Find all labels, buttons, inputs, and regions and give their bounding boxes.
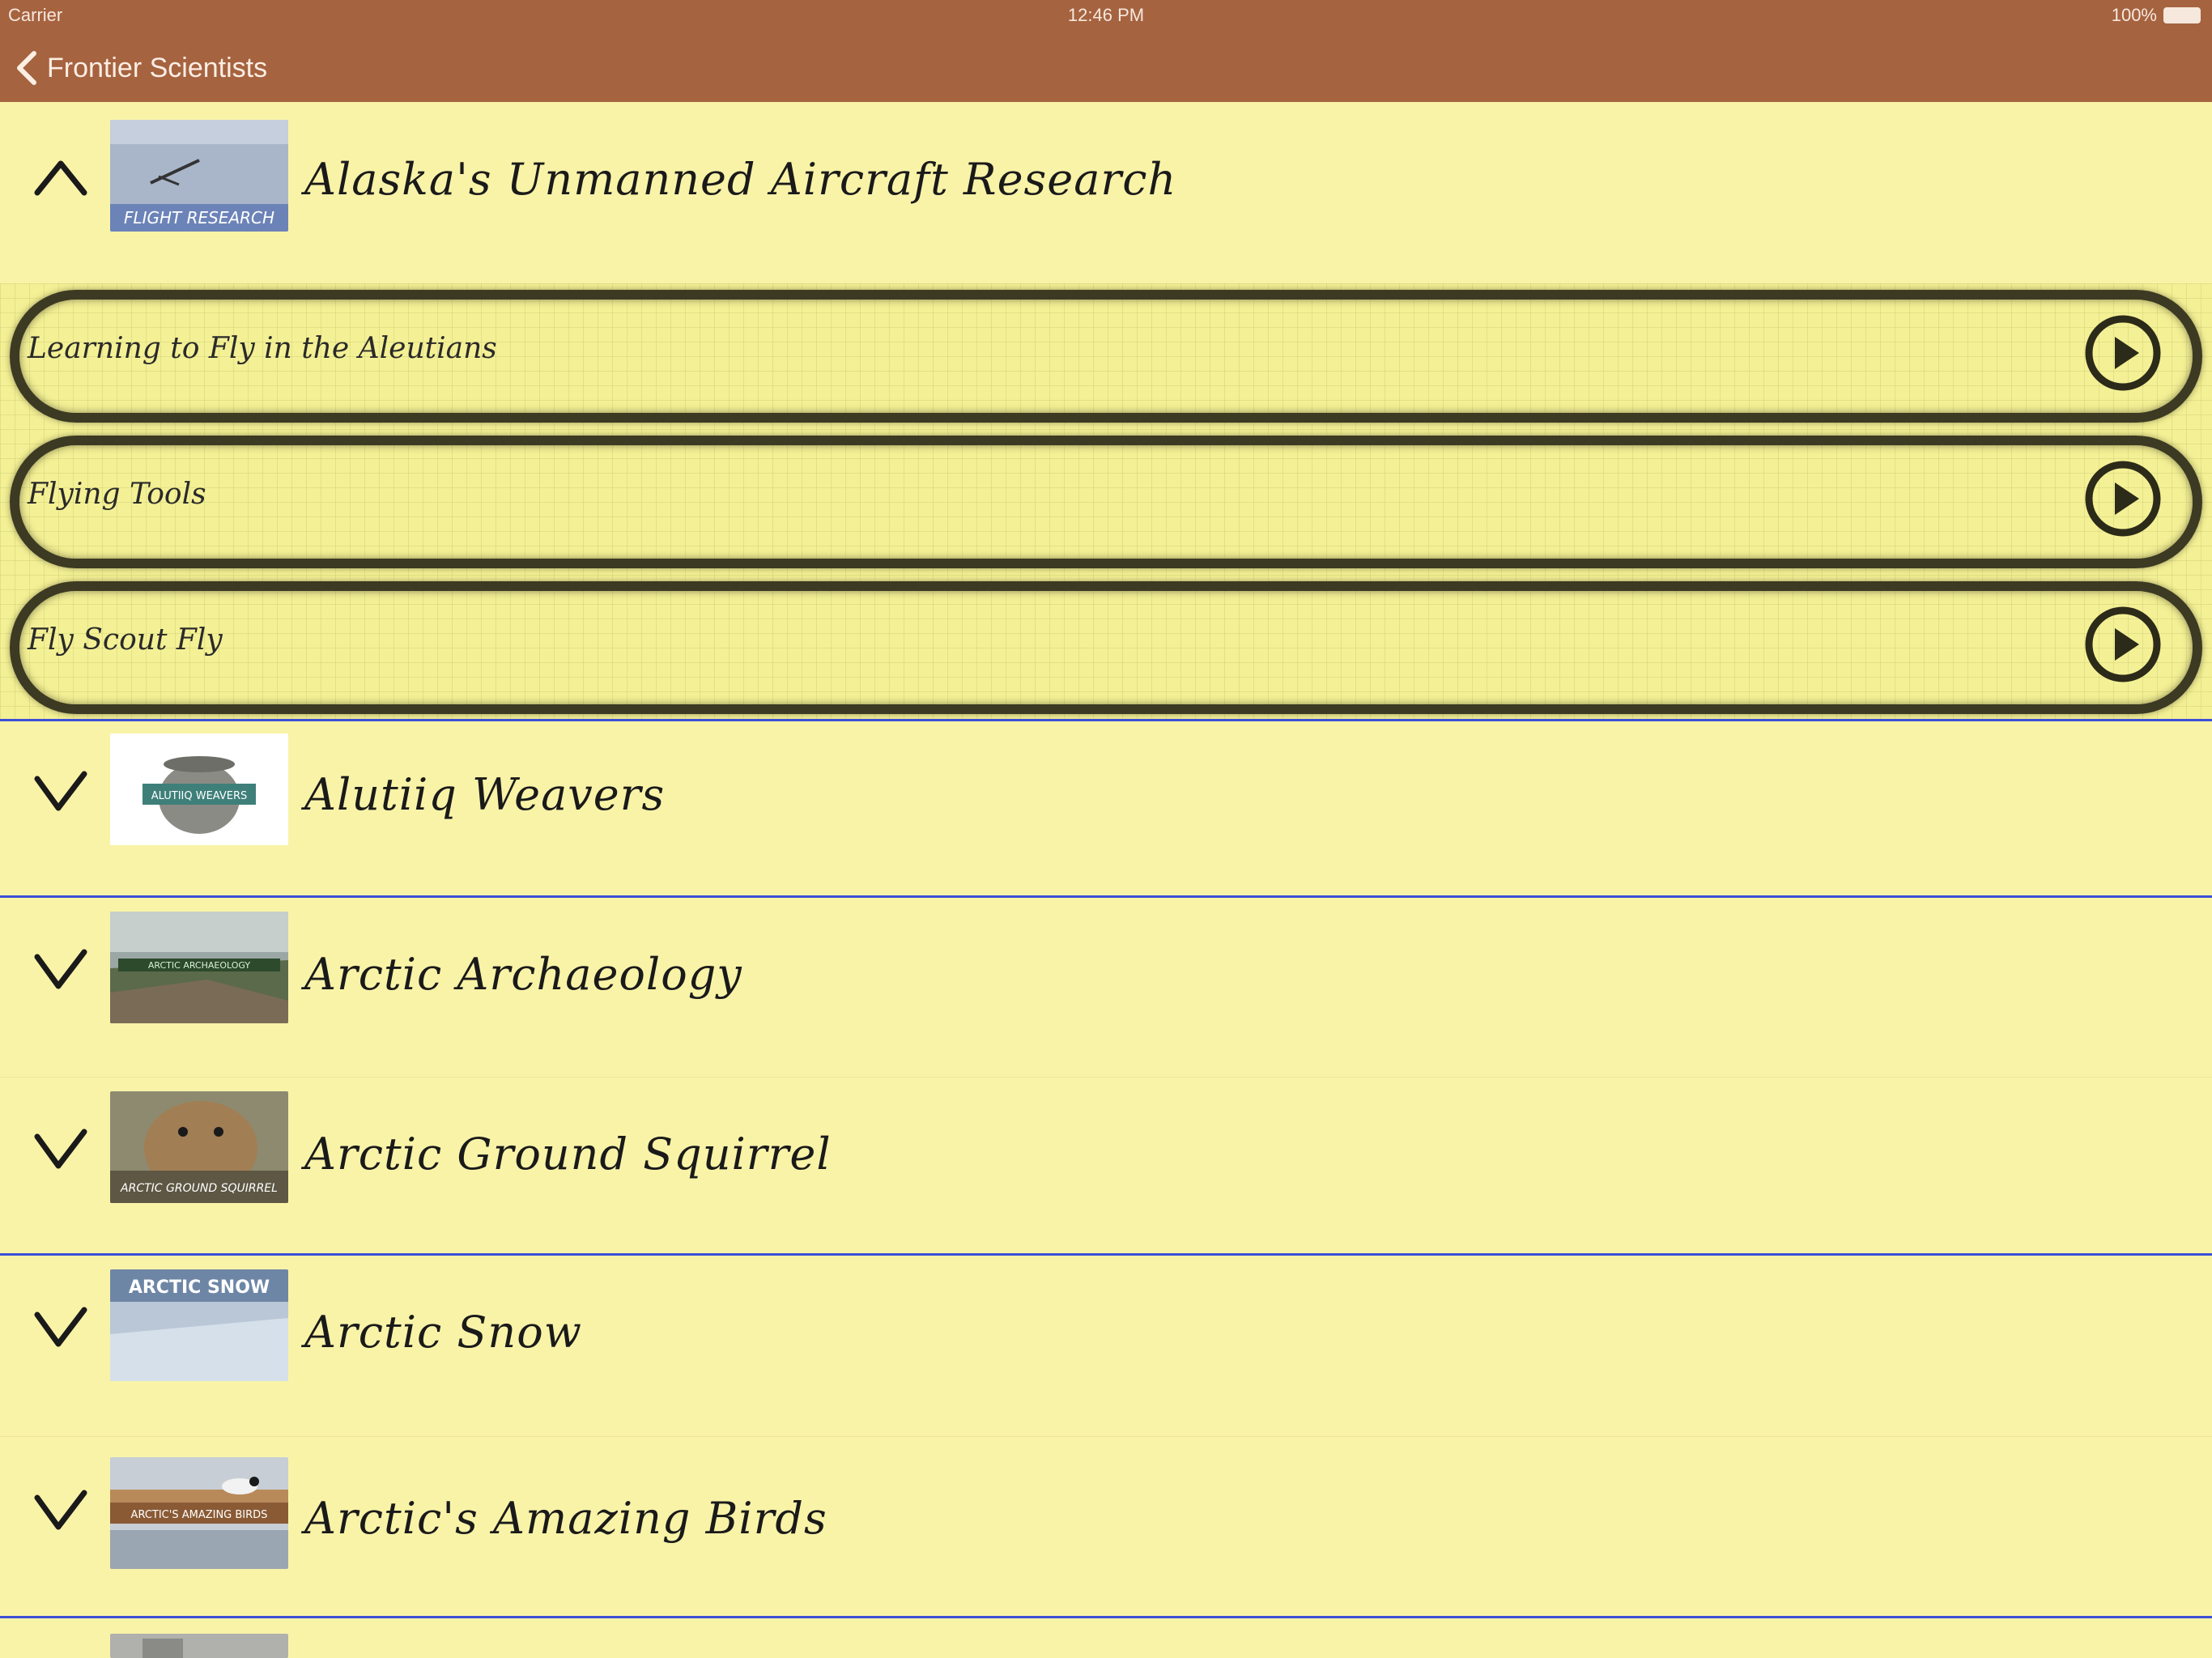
section-row-arctic-ground-squirrel[interactable]: ARCTIC GROUND SQUIRREL Arctic Ground Squ…: [0, 1078, 2212, 1256]
episode-list: Learning to Fly in the Aleutians Flying …: [0, 283, 2212, 721]
status-bar: Carrier 12:46 PM 100%: [0, 0, 2212, 32]
clock: 12:46 PM: [1067, 5, 1145, 25]
back-button-label: Frontier Scientists: [47, 52, 268, 83]
thumbnail-unmanned-aircraft: FLIGHT RESEARCH: [110, 120, 288, 232]
divider: [0, 1253, 2212, 1256]
section-title: Arctic Snow: [304, 1307, 582, 1358]
section-title: Alaska's Unmanned Aircraft Research: [304, 154, 1177, 205]
section-row-arctic-amazing-birds[interactable]: ARCTIC'S AMAZING BIRDS Arctic's Amazing …: [0, 1438, 2212, 1616]
divider: [0, 895, 2212, 898]
episode-row[interactable]: Fly Scout Fly: [0, 575, 2212, 721]
series-list[interactable]: FLIGHT RESEARCH Alaska's Unmanned Aircra…: [0, 102, 2212, 1658]
episode-frame: [10, 581, 2202, 714]
thumbnail-arctic-ground-squirrel: ARCTIC GROUND SQUIRREL: [110, 1091, 288, 1203]
section-row-alutiiq-weavers[interactable]: ALUTIIQ WEAVERS Alutiiq Weavers: [0, 722, 2212, 900]
thumb-text: ALUTIIQ WEAVERS: [151, 790, 248, 802]
thumbnail-alutiiq-weavers: ALUTIIQ WEAVERS: [110, 733, 288, 845]
divider: [0, 1616, 2212, 1618]
section-row-arctic-archaeology[interactable]: ARCTIC ARCHAEOLOGY Arctic Archaeology: [0, 899, 2212, 1077]
episode-frame: [10, 436, 2202, 568]
section-title: Arctic's Amazing Birds: [304, 1493, 827, 1544]
back-button[interactable]: Frontier Scientists: [15, 44, 267, 92]
play-icon[interactable]: [2082, 604, 2163, 685]
thumbnail-next-partial: [110, 1634, 288, 1658]
chevron-down-icon[interactable]: [32, 1486, 89, 1535]
battery-percent: 100%: [2111, 5, 2157, 25]
section-row-unmanned-aircraft[interactable]: FLIGHT RESEARCH Alaska's Unmanned Aircra…: [0, 102, 2212, 280]
thumbnail-arctic-archaeology: ARCTIC ARCHAEOLOGY: [110, 912, 288, 1023]
chevron-up-icon[interactable]: [32, 152, 89, 201]
play-icon[interactable]: [2082, 458, 2163, 539]
episode-row[interactable]: Flying Tools: [0, 429, 2212, 575]
chevron-down-icon[interactable]: [32, 1303, 89, 1352]
episode-label: Learning to Fly in the Aleutians: [28, 332, 497, 365]
separator: [0, 1436, 2212, 1437]
episode-label: Fly Scout Fly: [28, 623, 223, 657]
chevron-left-icon: [17, 51, 36, 85]
battery-indicator: 100%: [2112, 5, 2201, 26]
section-title: Arctic Archaeology: [304, 949, 742, 1000]
chevron-down-icon[interactable]: [32, 767, 89, 816]
thumbnail-arctic-amazing-birds: ARCTIC'S AMAZING BIRDS: [110, 1457, 288, 1569]
thumb-text: ARCTIC SNOW: [129, 1278, 270, 1298]
thumb-text: ARCTIC'S AMAZING BIRDS: [131, 1509, 268, 1521]
episode-label: Flying Tools: [28, 478, 206, 511]
section-title: Alutiiq Weavers: [304, 769, 666, 820]
thumbnail-arctic-snow: ARCTIC SNOW: [110, 1269, 288, 1381]
battery-icon: [2163, 7, 2201, 23]
chevron-down-icon[interactable]: [32, 1125, 89, 1174]
divider: [0, 719, 2212, 721]
thumb-text: ARCTIC ARCHAEOLOGY: [148, 960, 251, 971]
thumb-text: FLIGHT RESEARCH: [124, 208, 274, 227]
section-row-arctic-snow[interactable]: ARCTIC SNOW Arctic Snow: [0, 1256, 2212, 1435]
section-title: Arctic Ground Squirrel: [304, 1129, 832, 1180]
thumb-text: ARCTIC GROUND SQUIRREL: [120, 1182, 278, 1195]
separator: [0, 1077, 2212, 1078]
chevron-down-icon[interactable]: [32, 946, 89, 994]
top-bar: Carrier 12:46 PM 100% Frontier Scientist…: [0, 0, 2212, 102]
play-icon[interactable]: [2082, 312, 2163, 393]
episode-row[interactable]: Learning to Fly in the Aleutians: [0, 283, 2212, 429]
